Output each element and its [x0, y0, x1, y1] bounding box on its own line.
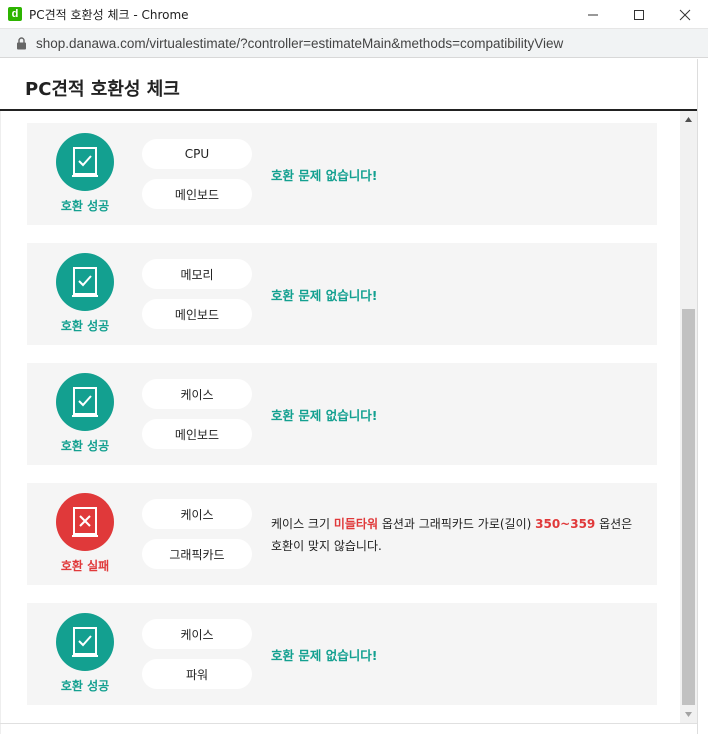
scrollbar-thumb[interactable]: [682, 309, 695, 705]
message-text: 옵션과 그래픽카드 가로(길이): [378, 517, 536, 531]
window-controls: [570, 0, 708, 29]
window-right-frame: [697, 59, 708, 734]
vertical-scrollbar[interactable]: [680, 111, 697, 723]
status-indicator: 호환 성공: [55, 133, 115, 214]
scroll-up-arrow-icon[interactable]: [680, 111, 697, 128]
result-message: 케이스 크기 미들타워 옵션과 그래픽카드 가로(길이) 350~359 옵션은…: [271, 513, 641, 557]
address-bar[interactable]: shop.danawa.com/virtualestimate/?control…: [0, 29, 708, 58]
window-title: PC견적 호환성 체크 - Chrome: [29, 7, 189, 22]
result-message: 호환 문제 없습니다!: [271, 648, 378, 663]
check-card: 호환 성공 케이스 메인보드 호환 문제 없습니다!: [27, 363, 657, 465]
page-bottom-divider: [0, 723, 697, 724]
status-label: 호환 성공: [60, 679, 110, 693]
check-card: 호환 성공 케이스 파워 호환 문제 없습니다!: [27, 603, 657, 705]
maximize-button[interactable]: [616, 0, 662, 29]
url-text[interactable]: shop.danawa.com/virtualestimate/?control…: [36, 36, 563, 51]
case-size-highlight: 미들타워: [333, 517, 379, 531]
check-card: 호환 실패 케이스 그래픽카드 케이스 크기 미들타워 옵션과 그래픽카드 가로…: [27, 483, 657, 585]
part-tag: CPU: [142, 139, 252, 169]
success-document-icon: [56, 373, 114, 431]
status-indicator: 호환 성공: [55, 373, 115, 454]
fail-document-icon: [56, 493, 114, 551]
status-label: 호환 성공: [60, 199, 110, 213]
window-titlebar: d PC견적 호환성 체크 - Chrome: [0, 0, 708, 29]
status-label: 호환 성공: [60, 319, 110, 333]
part-tag: 파워: [142, 659, 252, 689]
page-header: PC견적 호환성 체크: [0, 59, 697, 111]
check-card: 호환 성공 메모리 메인보드 호환 문제 없습니다!: [27, 243, 657, 345]
part-tag: 그래픽카드: [142, 539, 252, 569]
check-card: 호환 성공 CPU 메인보드 호환 문제 없습니다!: [27, 123, 657, 225]
status-label: 호환 실패: [60, 559, 110, 573]
part-tag: 케이스: [142, 499, 252, 529]
close-icon: [679, 9, 691, 20]
compatibility-list: 호환 성공 CPU 메인보드 호환 문제 없습니다! 호환 성공 메모리 메인보…: [0, 111, 680, 723]
status-indicator: 호환 실패: [55, 493, 115, 574]
maximize-icon: [634, 9, 644, 20]
status-label: 호환 성공: [60, 439, 110, 453]
part-tag: 메인보드: [142, 299, 252, 329]
part-tag: 케이스: [142, 619, 252, 649]
part-tag: 메모리: [142, 259, 252, 289]
status-indicator: 호환 성공: [55, 253, 115, 334]
minimize-button[interactable]: [570, 0, 616, 29]
result-message: 호환 문제 없습니다!: [271, 408, 378, 423]
part-tag: 메인보드: [142, 179, 252, 209]
success-document-icon: [56, 613, 114, 671]
scroll-down-arrow-icon[interactable]: [680, 706, 697, 723]
result-message: 호환 문제 없습니다!: [271, 168, 378, 183]
close-button[interactable]: [662, 0, 708, 29]
status-indicator: 호환 성공: [55, 613, 115, 694]
minimize-icon: [588, 14, 598, 15]
message-text: 케이스 크기: [271, 517, 334, 531]
result-message: 호환 문제 없습니다!: [271, 288, 378, 303]
gpu-length-highlight: 350~359: [535, 517, 596, 531]
success-document-icon: [56, 133, 114, 191]
part-tag: 메인보드: [142, 419, 252, 449]
lock-icon: [16, 36, 28, 50]
danawa-app-icon: d: [8, 7, 22, 21]
page-title: PC견적 호환성 체크: [25, 79, 180, 100]
part-tag: 케이스: [142, 379, 252, 409]
success-document-icon: [56, 253, 114, 311]
